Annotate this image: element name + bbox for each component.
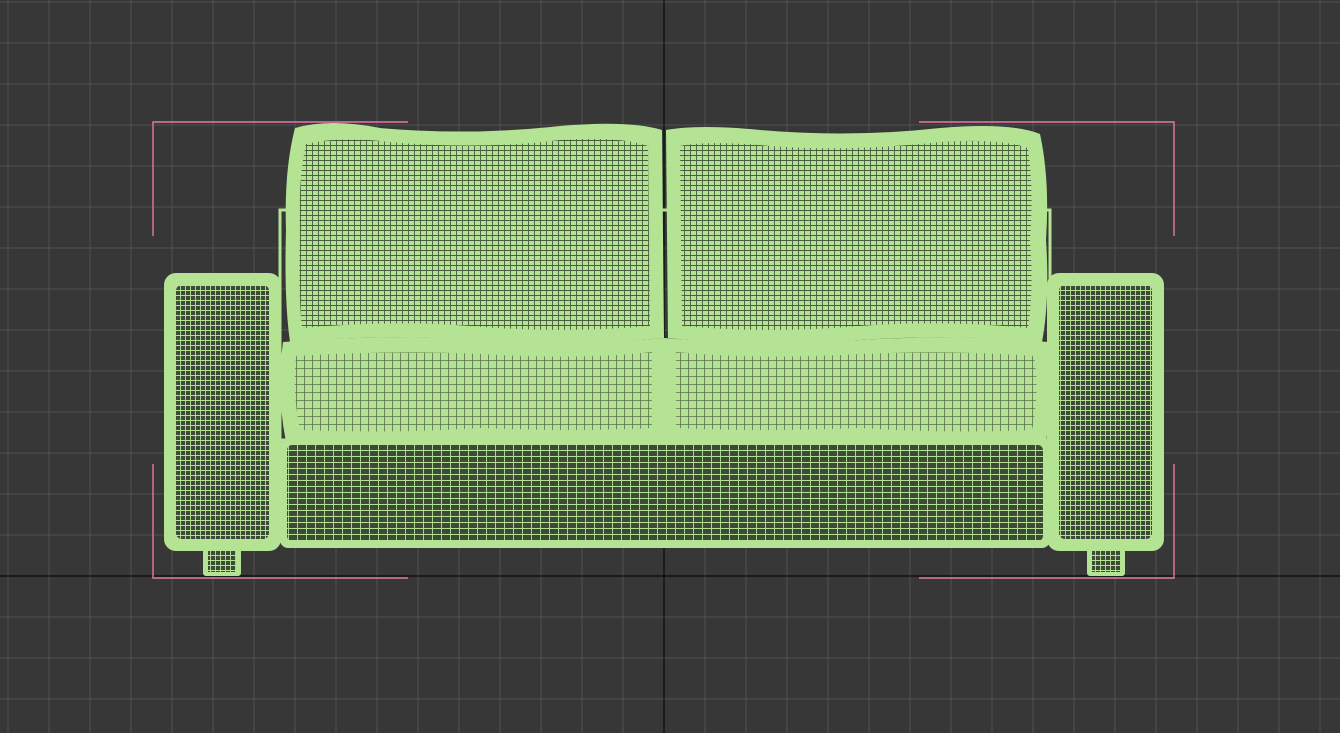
back-cushion-right[interactable] xyxy=(666,126,1048,344)
seat-cushion-left[interactable] xyxy=(280,337,664,445)
back-cushion-left[interactable] xyxy=(285,123,665,344)
left-armrest[interactable] xyxy=(164,273,281,551)
viewport-canvas[interactable] xyxy=(0,0,1340,733)
seat-cushion-right[interactable] xyxy=(664,337,1051,445)
3d-viewport[interactable] xyxy=(0,0,1340,733)
base-frame[interactable] xyxy=(280,438,1050,548)
right-armrest[interactable] xyxy=(1047,273,1164,551)
